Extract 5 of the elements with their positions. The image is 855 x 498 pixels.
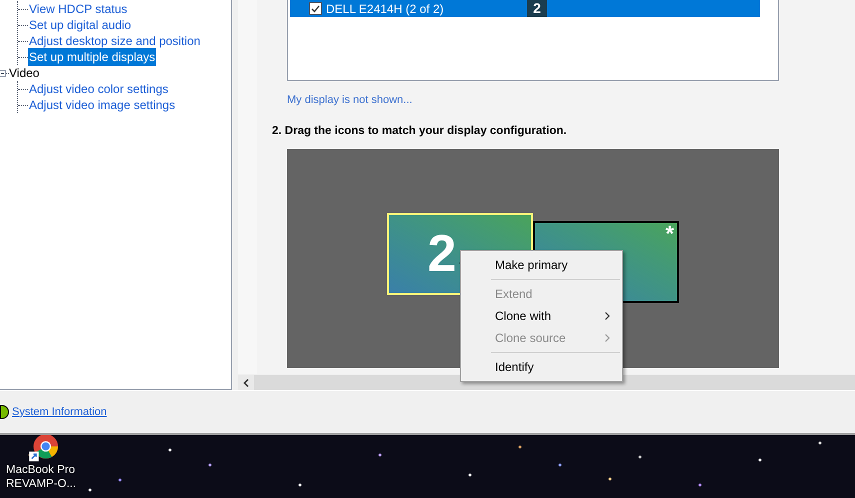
display-number: 2 bbox=[428, 228, 456, 280]
step-heading: 2. Drag the icons to match your display configuration. bbox=[272, 124, 568, 138]
display-name: DELL E2414H (2 of 2) bbox=[326, 0, 445, 18]
display-badge: 2 bbox=[527, 0, 547, 17]
primary-mark: * bbox=[665, 222, 674, 245]
